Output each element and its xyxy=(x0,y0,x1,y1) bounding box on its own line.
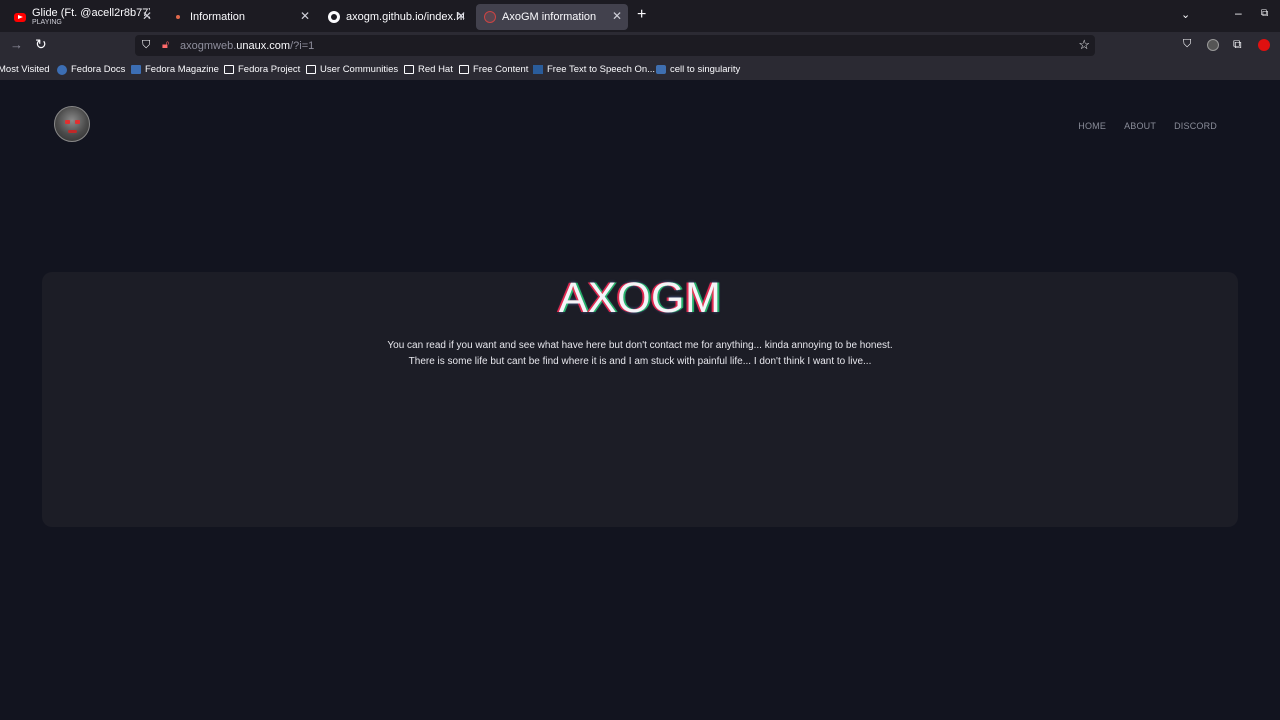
speech-icon xyxy=(533,65,543,74)
url-path: /?i=1 xyxy=(290,39,315,52)
bookmark-fedora-docs[interactable]: Fedora Docs xyxy=(57,64,125,75)
bookmark-label: Free Text to Speech On... xyxy=(547,64,656,75)
close-icon[interactable]: ✕ xyxy=(300,9,310,23)
bookmark-label: Red Hat xyxy=(418,64,453,75)
avatar-mouth xyxy=(68,130,77,133)
folder-icon xyxy=(404,65,414,74)
new-tab-icon[interactable]: + xyxy=(637,6,646,24)
fedora-icon xyxy=(57,64,67,75)
intro-text: You can read if you want and see what ha… xyxy=(42,338,1238,370)
folder-icon xyxy=(306,65,316,74)
url-text[interactable]: axogmweb.unaux.com/?i=1 xyxy=(180,40,314,52)
tab-title: Information xyxy=(190,11,246,23)
intro-line: You can read if you want and see what ha… xyxy=(387,340,893,351)
nav-about-link[interactable]: ABOUT xyxy=(1124,121,1156,131)
site-logo-avatar[interactable] xyxy=(54,106,90,142)
restore-icon[interactable]: ⧉ xyxy=(1261,8,1268,19)
folder-icon xyxy=(224,65,234,74)
minimize-icon[interactable]: – xyxy=(1235,6,1242,20)
bookmark-label: User Communities xyxy=(320,64,399,75)
address-bar[interactable]: ⛉ 🔓︎ axogmweb.unaux.com/?i=1 ☆ xyxy=(135,35,1095,56)
tab-information[interactable]: Information ✕ xyxy=(164,4,316,30)
bookmark-star-icon[interactable]: ☆ xyxy=(1078,37,1090,53)
avatar-eyes xyxy=(65,120,80,125)
site-nav: HOME ABOUT DISCORD xyxy=(1078,121,1217,131)
nav-discord-link[interactable]: DISCORD xyxy=(1174,121,1217,131)
bookmark-label: Most Visited xyxy=(0,64,50,75)
forward-icon[interactable]: → xyxy=(10,37,23,52)
fedora-magazine-icon xyxy=(131,65,141,74)
bookmark-user-communities[interactable]: User Communities xyxy=(306,64,398,75)
insecure-lock-icon[interactable]: 🔓︎ xyxy=(162,39,174,52)
pocket-icon[interactable]: ⛉ xyxy=(1183,38,1191,51)
bookmark-most-visited[interactable]: Most Visited xyxy=(0,64,50,75)
bookmark-fedora-project[interactable]: Fedora Project xyxy=(224,64,300,75)
tab-glide[interactable]: Glide (Ft. @acell2r8b77) - Fa PLAYING ✕ xyxy=(6,4,158,30)
bookmark-label: Free Content xyxy=(473,64,529,75)
bookmark-fedora-magazine[interactable]: Fedora Magazine xyxy=(131,64,219,75)
site-heading: AXOGM xyxy=(558,274,722,322)
bookmark-label: Fedora Docs xyxy=(71,64,126,75)
github-icon xyxy=(328,11,340,23)
tab-bar: Glide (Ft. @acell2r8b77) - Fa PLAYING ✕ … xyxy=(0,0,1280,32)
close-icon[interactable]: ✕ xyxy=(456,9,466,23)
tab-playing-label: PLAYING xyxy=(32,19,62,26)
bookmark-cell-to-singularity[interactable]: cell to singularity xyxy=(656,64,740,75)
tab-title: Glide (Ft. @acell2r8b77) - Fa xyxy=(32,8,150,19)
bookmark-free-text-to-speech[interactable]: Free Text to Speech On... xyxy=(533,64,655,75)
chevron-down-icon[interactable]: ⌄ xyxy=(1181,8,1190,21)
shield-icon[interactable]: ⛉ xyxy=(142,39,154,52)
reload-icon[interactable]: ↻ xyxy=(35,36,47,53)
bookmark-label: cell to singularity xyxy=(670,64,741,75)
folder-icon xyxy=(459,65,469,74)
intro-card: AXOGM You can read if you want and see w… xyxy=(42,272,1238,527)
tab-axogm-information[interactable]: AxoGM information ✕ xyxy=(476,4,628,30)
bookmark-label: Fedora Magazine xyxy=(145,64,219,75)
extensions-puzzle-icon[interactable]: ⧉ xyxy=(1233,37,1242,52)
nav-home-link[interactable]: HOME xyxy=(1078,121,1106,131)
url-domain: unaux.com xyxy=(236,39,291,52)
youtube-icon xyxy=(14,11,26,23)
bookmark-free-content[interactable]: Free Content xyxy=(459,64,528,75)
tab-github[interactable]: axogm.github.io/index.html ✕ xyxy=(320,4,472,30)
navigation-toolbar: → ↻ ⛉ 🔓︎ axogmweb.unaux.com/?i=1 ☆ ⛉ ⧉ xyxy=(0,32,1280,59)
extension-icon[interactable] xyxy=(1207,39,1219,51)
close-icon[interactable]: ✕ xyxy=(142,9,152,23)
tab-title: AxoGM information xyxy=(502,11,597,23)
dot-icon xyxy=(172,11,184,23)
bookmarks-toolbar: Most Visited Fedora Docs Fedora Magazine… xyxy=(0,59,1280,81)
intro-line: There is some life but cant be find wher… xyxy=(408,356,872,367)
cell-icon xyxy=(656,65,666,74)
bookmark-red-hat[interactable]: Red Hat xyxy=(404,64,453,75)
bookmark-label: Fedora Project xyxy=(238,64,301,75)
axogm-avatar-icon xyxy=(484,11,496,23)
tab-title: axogm.github.io/index.html xyxy=(346,11,464,23)
web-page: HOME ABOUT DISCORD AXOGM You can read if… xyxy=(0,80,1280,720)
close-icon[interactable]: ✕ xyxy=(612,9,622,23)
url-prefix: axogmweb. xyxy=(180,39,237,52)
youtube-extension-icon[interactable] xyxy=(1258,39,1270,51)
